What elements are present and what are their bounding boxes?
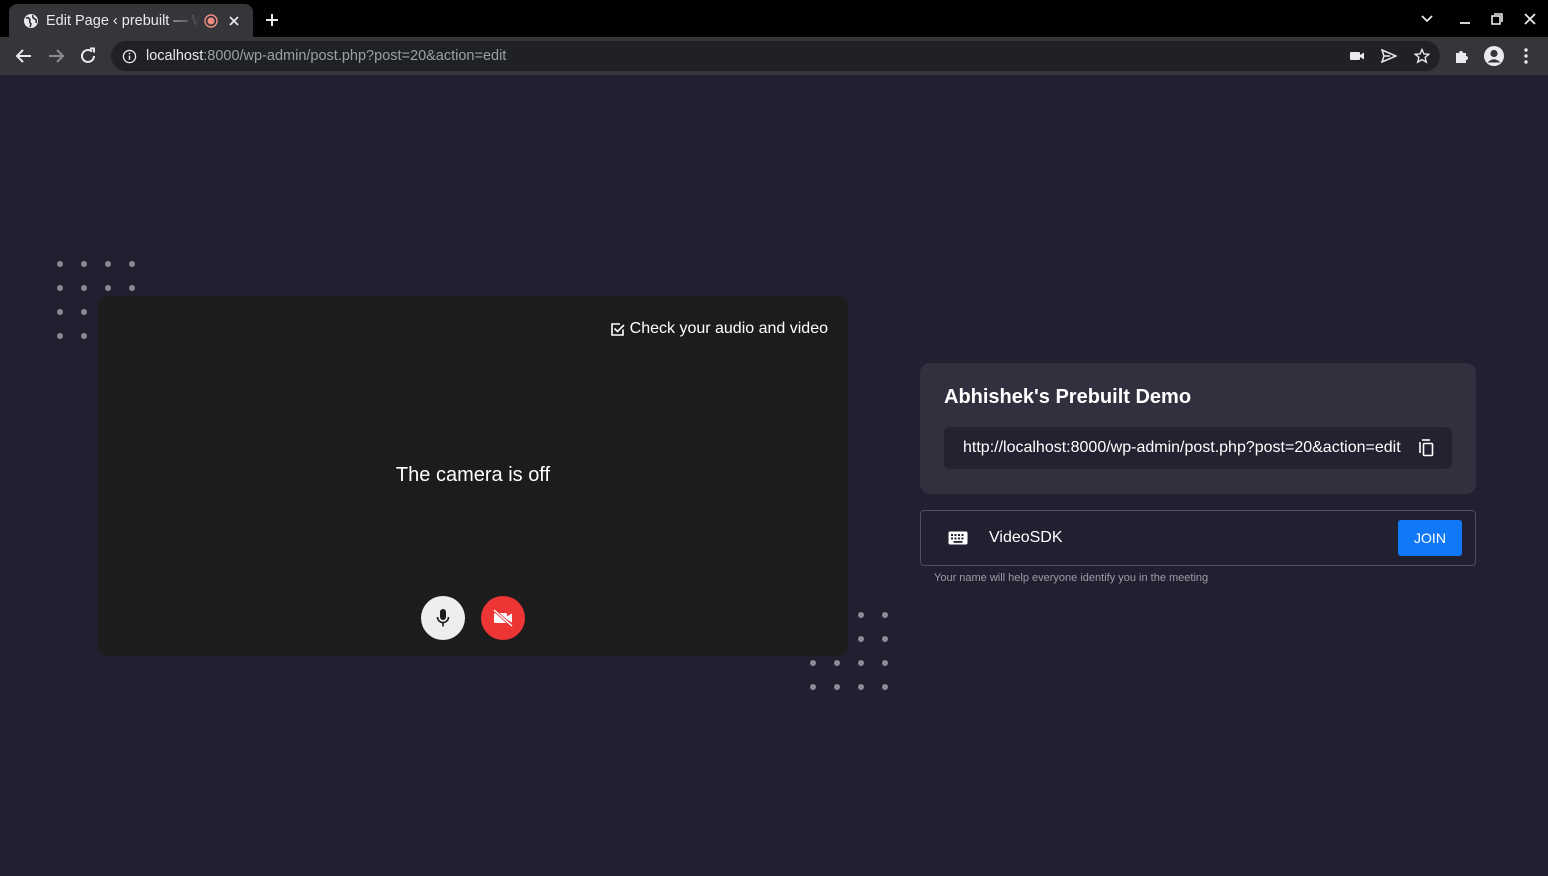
restore-window-icon[interactable]	[1487, 9, 1507, 29]
meeting-title: Abhishek's Prebuilt Demo	[944, 386, 1192, 408]
check-audio-video-link[interactable]: Check your audio and video	[610, 320, 828, 338]
bookmark-star-icon[interactable]	[1410, 44, 1434, 68]
reload-icon[interactable]	[76, 44, 100, 68]
browser-tab[interactable]: Edit Page ‹ prebuilt — WordPress	[9, 4, 253, 37]
address-bar[interactable]: localhost:8000/wp-admin/post.php?post=20…	[111, 41, 1440, 71]
send-to-devices-icon[interactable]	[1377, 44, 1401, 68]
camera-in-use-icon[interactable]	[1345, 44, 1369, 68]
keyboard-icon	[947, 528, 969, 548]
extensions-puzzle-icon[interactable]	[1450, 44, 1474, 68]
name-helper-text: Your name will help everyone identify yo…	[934, 572, 1209, 584]
microphone-icon	[436, 609, 450, 627]
meeting-link-box: http://localhost:8000/wp-admin/post.php?…	[944, 427, 1452, 469]
camera-toggle-button[interactable]	[481, 596, 525, 640]
join-button[interactable]: JOIN	[1398, 520, 1462, 556]
participant-name-field: JOIN	[920, 510, 1476, 566]
back-arrow-icon[interactable]	[12, 44, 36, 68]
forward-arrow-icon[interactable]	[44, 44, 68, 68]
tab-search-chevron-icon[interactable]	[1417, 9, 1437, 29]
camera-off-icon	[493, 609, 513, 627]
microphone-toggle-button[interactable]	[421, 596, 465, 640]
browser-tab-strip: Edit Page ‹ prebuilt — WordPress	[0, 0, 1548, 37]
check-audio-video-label: Check your audio and video	[629, 320, 828, 337]
close-window-icon[interactable]	[1520, 9, 1540, 29]
camera-status-text: The camera is off	[395, 464, 551, 486]
url-path: :8000/wp-admin/post.php?post=20&action=e…	[203, 48, 507, 64]
minimize-window-icon[interactable]	[1455, 9, 1475, 29]
browser-toolbar: localhost:8000/wp-admin/post.php?post=20…	[0, 37, 1548, 75]
camera-preview: Check your audio and video The camera is…	[98, 296, 848, 656]
participant-name-input[interactable]	[989, 525, 1389, 551]
profile-avatar-icon[interactable]	[1482, 44, 1506, 68]
new-tab-button[interactable]	[261, 9, 283, 31]
meeting-info-card: Abhishek's Prebuilt Demo http://localhos…	[920, 363, 1476, 494]
close-tab-icon[interactable]	[225, 12, 243, 30]
site-info-icon[interactable]	[121, 48, 137, 64]
globe-icon	[23, 13, 39, 29]
copy-icon[interactable]	[1418, 439, 1436, 457]
meeting-link-text: http://localhost:8000/wp-admin/post.php?…	[963, 439, 1401, 456]
url-text: localhost:8000/wp-admin/post.php?post=20…	[146, 48, 506, 64]
checkbox-checked-icon	[610, 321, 626, 337]
url-host: localhost	[146, 48, 204, 64]
meeting-lobby-page: Check your audio and video The camera is…	[0, 75, 1548, 876]
recording-indicator-icon	[203, 13, 219, 29]
browser-menu-kebab-icon[interactable]	[1514, 44, 1538, 68]
tab-title: Edit Page ‹ prebuilt — WordPress	[46, 12, 199, 29]
